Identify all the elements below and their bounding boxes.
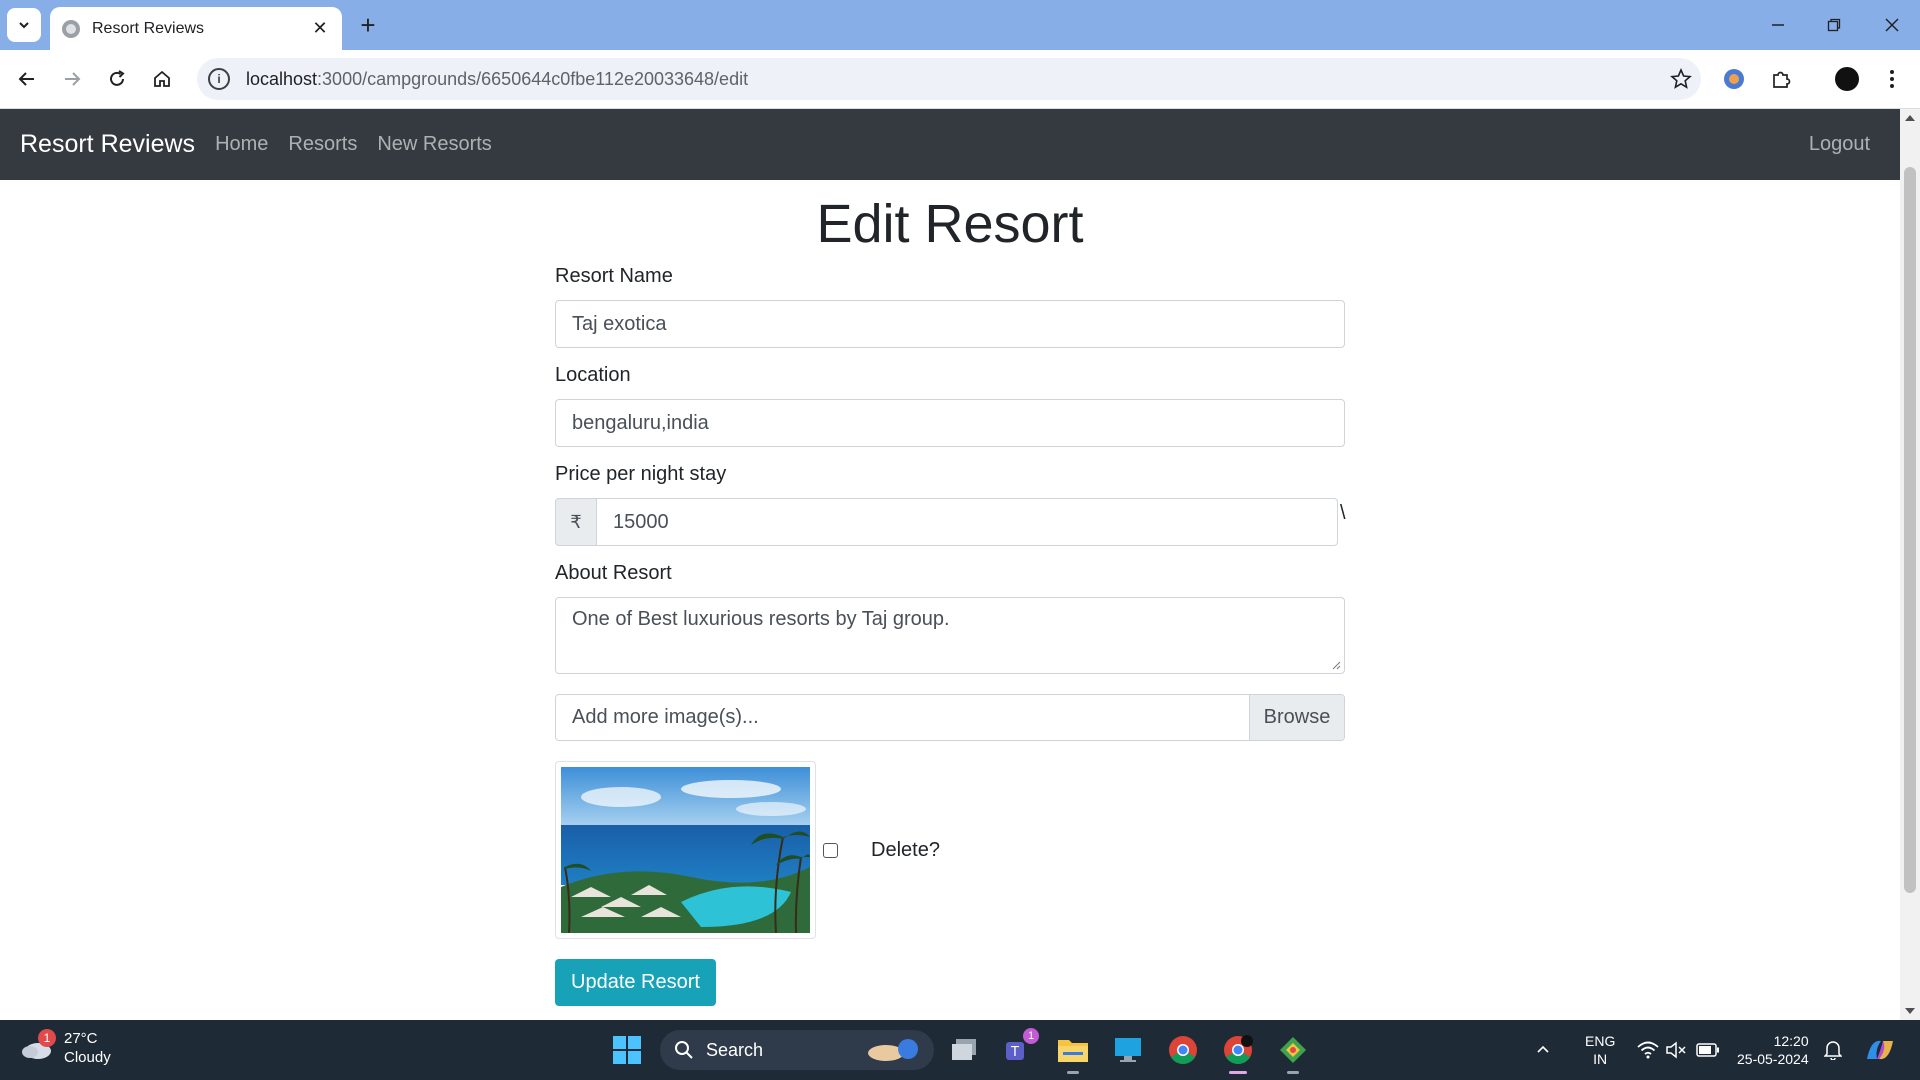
weather-temp: 27°C [64,1030,98,1047]
tray-overflow-chevron-icon[interactable] [1535,1020,1551,1080]
svg-text:T: T [1010,1045,1019,1060]
globe-icon [62,19,80,38]
image-upload-placeholder: Add more image(s)... [572,706,759,728]
wifi-icon[interactable] [1637,1020,1659,1080]
extension-shield-icon[interactable] [1716,61,1752,97]
clock-time: 12:20 [1773,1033,1809,1049]
search-highlight-icon [868,1039,918,1061]
page-title: Edit Resort [816,194,1084,254]
file-explorer-icon[interactable] [1055,1032,1091,1074]
teams-badge: 1 [1023,1028,1039,1044]
site-info-icon[interactable]: i [208,68,230,90]
site-navbar: Resort Reviews Home Resorts New Resorts … [0,109,1900,180]
battery-icon[interactable] [1696,1020,1720,1080]
reload-icon [110,70,125,86]
stray-backslash-text: \ [1340,502,1346,524]
weather-widget[interactable]: 1 27°C Cloudy [20,1029,111,1067]
delete-image-checkbox[interactable] [823,842,838,858]
tab-search-button[interactable] [7,8,41,42]
edit-resort-form: Resort Name Taj exotica Location bengalu… [555,265,1346,1006]
arrow-right-icon [65,72,81,86]
chevron-down-icon [19,22,29,29]
volume-muted-icon[interactable] [1665,1020,1687,1080]
nav-link-new-resorts[interactable]: New Resorts [377,133,491,156]
restore-icon[interactable] [1806,0,1862,50]
teams-icon[interactable]: T 1 [1001,1028,1039,1068]
remote-desktop-icon[interactable] [1110,1032,1146,1068]
address-bar[interactable]: i localhost:3000/campgrounds/6650644c0fb… [197,58,1701,100]
clock-date: 25-05-2024 [1737,1051,1809,1067]
close-tab-icon[interactable]: ✕ [310,18,330,39]
forward-button[interactable] [54,61,90,97]
nav-link-resorts[interactable]: Resorts [288,133,357,156]
taskbar-search[interactable]: Search [660,1030,934,1070]
delete-label: Delete? [871,838,940,861]
scroll-down-arrow-icon[interactable] [1905,1008,1915,1014]
git-app-icon[interactable] [1275,1032,1311,1074]
browser-tabstrip: Resort Reviews ✕ + [0,0,1920,50]
input-language[interactable]: ENG IN [1585,1020,1615,1080]
resize-handle-icon[interactable] [1331,660,1341,670]
currency-rupee-icon: ₹ [555,498,597,546]
bookmark-star-icon[interactable] [1661,68,1701,90]
search-icon [675,1041,693,1059]
resort-image-thumbnail [555,761,816,939]
update-resort-button[interactable]: Update Resort [555,959,716,1006]
browser-toolbar: i localhost:3000/campgrounds/6650644c0fb… [0,50,1920,109]
navbar-brand[interactable]: Resort Reviews [20,130,195,159]
resort-name-input[interactable]: Taj exotica [555,300,1345,348]
close-window-icon[interactable] [1864,0,1920,50]
browser-tab[interactable]: Resort Reviews ✕ [50,7,342,50]
new-tab-button[interactable]: + [352,9,384,41]
notification-bell-icon[interactable] [1824,1020,1842,1080]
system-clock[interactable]: 12:20 25-05-2024 [1737,1020,1809,1080]
nav-link-logout[interactable]: Logout [1809,133,1870,156]
image-upload-field[interactable]: Add more image(s)... Browse [555,694,1345,741]
copilot-icon[interactable] [1863,1020,1897,1080]
location-label: Location [555,364,631,386]
chrome-icon[interactable] [1165,1032,1201,1068]
about-textarea[interactable]: One of Best luxurious resorts by Taj gro… [555,597,1345,674]
nav-link-home[interactable]: Home [215,133,268,156]
resort-pool-image [561,767,810,933]
weather-desc: Cloudy [64,1049,111,1066]
minimize-icon[interactable] [1750,0,1806,50]
cloud-icon: 1 [20,1029,56,1061]
extensions-puzzle-icon[interactable] [1763,61,1799,97]
price-label: Price per night stay [555,463,727,485]
price-input[interactable]: 15000 [597,498,1338,546]
browse-button[interactable]: Browse [1249,695,1344,740]
profile-avatar[interactable] [1829,61,1865,97]
scrollbar-thumb[interactable] [1904,167,1916,893]
weather-badge: 1 [38,1029,56,1047]
page-scrollbar[interactable] [1900,109,1920,1020]
about-text: One of Best luxurious resorts by Taj gro… [572,608,950,630]
home-button[interactable] [144,61,180,97]
windows-taskbar: 1 27°C Cloudy Search T 1 ENG IN 12:20 25… [0,1020,1920,1080]
scroll-up-arrow-icon[interactable] [1905,115,1915,121]
reload-button[interactable] [99,61,135,97]
task-view-icon[interactable] [946,1032,982,1068]
home-icon [154,70,170,87]
tab-title: Resort Reviews [92,19,205,37]
image-row: Delete? [555,761,1345,939]
location-input[interactable]: bengaluru,india [555,399,1345,447]
url-text: localhost:3000/campgrounds/6650644c0fbe1… [246,68,749,89]
price-input-group: ₹ 15000 \ [555,498,1346,546]
resort-name-label: Resort Name [555,265,673,287]
page-viewport: Resort Reviews Home Resorts New Resorts … [0,109,1900,1020]
chrome-profile-icon[interactable] [1220,1032,1256,1074]
back-button[interactable] [9,61,45,97]
arrow-left-icon [18,72,34,86]
windows-start-icon[interactable] [609,1032,645,1068]
menu-kebab-icon[interactable] [1874,61,1910,97]
about-label: About Resort [555,562,672,584]
taskbar-search-label: Search [706,1039,764,1060]
